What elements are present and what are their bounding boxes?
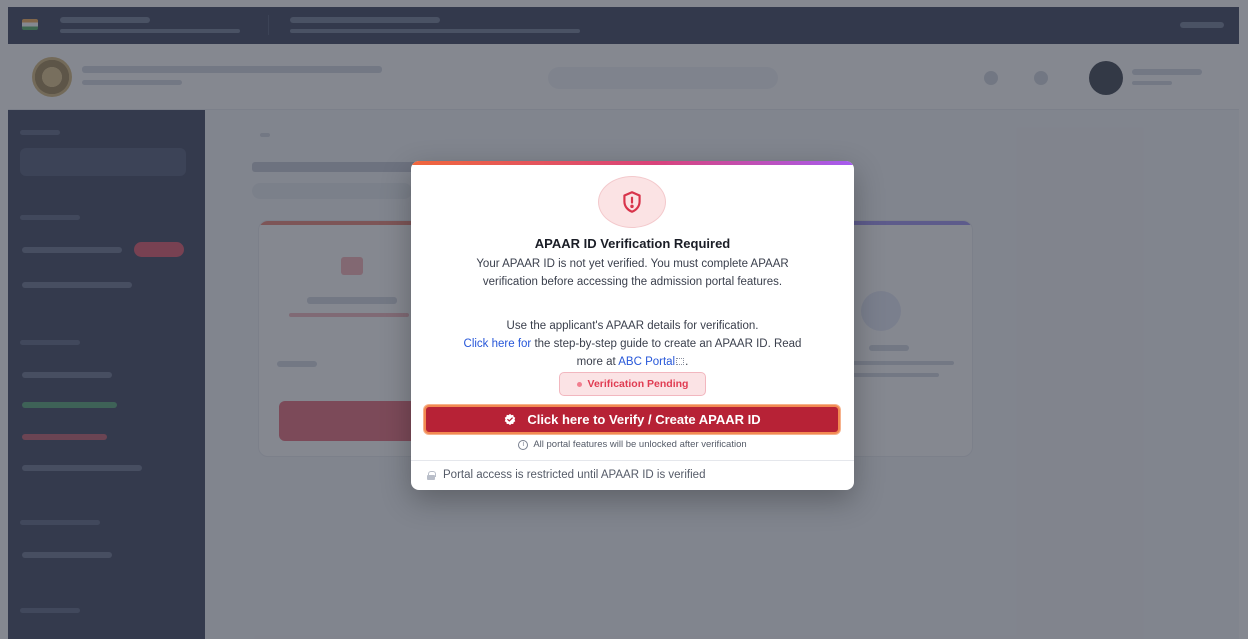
external-link-icon — [676, 358, 685, 365]
verification-status-badge: Verification Pending — [559, 372, 706, 396]
badge-check-icon — [503, 413, 517, 427]
modal-instructions: Use the applicant's APAAR details for ve… — [451, 317, 814, 371]
verify-button-label: Click here to Verify / Create APAAR ID — [527, 412, 761, 427]
footer-note-text: Portal access is restricted until APAAR … — [443, 469, 706, 481]
modal-message: Your APAAR ID is not yet verified. You m… — [476, 258, 789, 288]
shield-alert-icon — [598, 176, 666, 228]
apaar-verification-modal: APAAR ID Verification Required Your APAA… — [411, 161, 854, 490]
footer-note: Portal access is restricted until APAAR … — [427, 469, 705, 481]
verify-apaar-button[interactable]: Click here to Verify / Create APAAR ID — [424, 405, 840, 434]
divider — [411, 460, 854, 461]
abc-portal-link[interactable]: ABC Portal — [618, 356, 675, 368]
lock-icon — [427, 470, 436, 480]
modal-accent-bar — [411, 161, 854, 165]
modal-title: APAAR ID Verification Required — [534, 236, 731, 251]
instruction-text: Use the applicant's APAAR details for ve… — [506, 320, 759, 332]
abc-suffix: . — [685, 356, 689, 368]
status-dot-icon — [576, 381, 582, 387]
guide-link[interactable]: Click here for — [464, 338, 532, 350]
unlock-note: i All portal features will be unlocked a… — [411, 439, 854, 450]
status-badge-label: Verification Pending — [587, 378, 689, 390]
info-icon: i — [518, 439, 529, 450]
unlock-note-text: All portal features will be unlocked aft… — [533, 439, 747, 450]
